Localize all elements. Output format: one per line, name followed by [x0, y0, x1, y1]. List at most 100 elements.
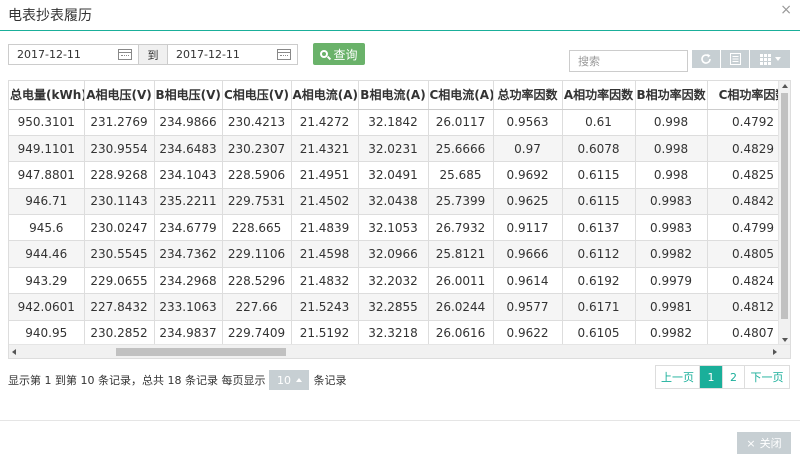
date-from-input[interactable]: 2017-12-11 — [8, 44, 139, 65]
column-header[interactable]: B相电压(V) — [154, 81, 223, 110]
column-header[interactable]: A相电压(V) — [84, 81, 155, 110]
table-cell: 32.0966 — [358, 240, 429, 268]
table-cell: 946.71 — [9, 188, 85, 216]
table-cell: 21.5243 — [291, 293, 359, 321]
table-cell: 234.6483 — [154, 135, 223, 163]
page-size-select[interactable]: 10 — [269, 370, 310, 390]
table-row[interactable]: 942.0601 227.8432 233.1063 227.66 21.5243 32.… — [9, 293, 790, 321]
table-cell: 947.8801 — [9, 161, 85, 189]
table-cell: 21.4272 — [291, 109, 359, 136]
scroll-left-icon[interactable] — [12, 349, 16, 355]
table-cell: 0.6115 — [562, 188, 636, 216]
table-cell: 0.9983 — [635, 188, 708, 216]
date-range-separator: 到 — [139, 44, 167, 65]
pagination: 上一页 1 2 下一页 — [655, 365, 790, 389]
table-cell: 26.7932 — [428, 214, 494, 242]
table-cell: 0.9614 — [493, 267, 563, 295]
horizontal-scroll-thumb[interactable] — [116, 348, 286, 356]
column-header[interactable]: B相电流(A) — [358, 81, 429, 110]
table-cell: 0.998 — [635, 161, 708, 189]
table-cell: 949.1101 — [9, 135, 85, 163]
grid-icon — [759, 53, 771, 65]
table-cell: 943.29 — [9, 267, 85, 295]
table-row[interactable]: 946.71 230.1143 235.2211 229.7531 21.4502 32.… — [9, 188, 790, 216]
table-row[interactable]: 943.29 229.0655 234.2968 228.5296 21.4832 32.… — [9, 267, 790, 295]
scroll-down-icon[interactable] — [782, 338, 788, 342]
table-row[interactable]: 949.1101 230.9554 234.6483 230.2307 21.4321 3… — [9, 135, 790, 163]
table-row[interactable]: 945.6 230.0247 234.6779 228.665 21.4839 32.10… — [9, 214, 790, 242]
table-row[interactable]: 947.8801 228.9268 234.1043 228.5906 21.4951 3… — [9, 161, 790, 189]
table-row[interactable]: 950.3101 231.2769 234.9866 230.4213 21.4272 3… — [9, 109, 790, 136]
chevron-down-icon — [774, 57, 781, 61]
refresh-icon — [701, 53, 711, 64]
table-cell: 26.0011 — [428, 267, 494, 295]
search-input[interactable] — [569, 50, 688, 72]
table-cell: 229.1106 — [222, 240, 292, 268]
table-cell: 228.9268 — [84, 161, 155, 189]
column-header[interactable]: C相电压(V) — [222, 81, 292, 110]
table-cell: 235.2211 — [154, 188, 223, 216]
table-cell: 0.9117 — [493, 214, 563, 242]
column-header[interactable]: B相功率因数 — [635, 81, 708, 110]
table-cell: 0.6115 — [562, 161, 636, 189]
scroll-right-icon[interactable] — [773, 349, 777, 355]
columns-toggle-button[interactable] — [721, 50, 749, 68]
query-button-label: 查询 — [333, 47, 358, 62]
table-row[interactable]: 944.46 230.5545 234.7362 229.1106 21.4598 32.… — [9, 240, 790, 268]
close-button[interactable]: × 关闭 — [737, 432, 791, 454]
calendar-icon[interactable] — [277, 49, 291, 60]
table-cell: 0.6112 — [562, 240, 636, 268]
table-cell: 0.9981 — [635, 293, 708, 321]
table-cell: 21.4839 — [291, 214, 359, 242]
date-to-value: 2017-12-11 — [176, 48, 240, 61]
table-cell: 32.3218 — [358, 320, 429, 348]
page-button-1[interactable]: 1 — [700, 366, 723, 388]
table-cell: 0.6137 — [562, 214, 636, 242]
table-row[interactable]: 940.95 230.2852 234.9837 229.7409 21.5192 32.… — [9, 320, 790, 348]
page-size-value: 10 — [276, 373, 291, 387]
table-cell: 230.4213 — [222, 109, 292, 136]
column-header[interactable]: A相电流(A) — [291, 81, 359, 110]
column-header[interactable]: 总电量(kWh) — [9, 81, 85, 110]
table-cell: 0.9983 — [635, 214, 708, 242]
view-toggle-button[interactable] — [750, 50, 790, 68]
table-cell: 32.0438 — [358, 188, 429, 216]
dialog-title: 电表抄表履历 — [8, 8, 92, 24]
vertical-scroll-thumb[interactable] — [781, 93, 788, 319]
prev-page-button[interactable]: 上一页 — [656, 366, 700, 388]
refresh-button[interactable] — [692, 50, 720, 68]
table-cell: 234.9866 — [154, 109, 223, 136]
horizontal-scrollbar[interactable] — [9, 344, 790, 358]
table-cell: 228.5906 — [222, 161, 292, 189]
pagination-info: 显示第 1 到第 10 条记录，总共 18 条记录 每页显示 10 条记录 — [8, 370, 346, 390]
column-header[interactable]: C相电流(A) — [428, 81, 494, 110]
date-to-input[interactable]: 2017-12-11 — [167, 44, 298, 65]
table-cell: 25.6666 — [428, 135, 494, 163]
table-cell: 25.685 — [428, 161, 494, 189]
next-page-button[interactable]: 下一页 — [745, 366, 789, 388]
table-cell: 25.7399 — [428, 188, 494, 216]
column-header[interactable]: 总功率因数 — [493, 81, 563, 110]
page-button-2[interactable]: 2 — [723, 366, 745, 388]
table-cell: 0.9577 — [493, 293, 563, 321]
table-cell: 230.5545 — [84, 240, 155, 268]
table-cell: 227.8432 — [84, 293, 155, 321]
table-cell: 32.2032 — [358, 267, 429, 295]
table-cell: 229.7409 — [222, 320, 292, 348]
vertical-scrollbar[interactable] — [778, 81, 790, 345]
table-cell: 26.0616 — [428, 320, 494, 348]
scroll-up-icon[interactable] — [782, 84, 788, 88]
calendar-icon[interactable] — [118, 49, 132, 60]
table-cell: 0.9666 — [493, 240, 563, 268]
close-icon[interactable]: × — [780, 2, 792, 18]
table-cell: 32.1842 — [358, 109, 429, 136]
table-cell: 230.2852 — [84, 320, 155, 348]
table-cell: 21.4321 — [291, 135, 359, 163]
query-button[interactable]: 查询 — [313, 43, 365, 65]
column-header[interactable]: A相功率因数 — [562, 81, 636, 110]
title-divider — [0, 30, 800, 31]
table-cell: 234.9837 — [154, 320, 223, 348]
table-cell: 0.9622 — [493, 320, 563, 348]
table-cell: 32.2855 — [358, 293, 429, 321]
table-cell: 32.0231 — [358, 135, 429, 163]
